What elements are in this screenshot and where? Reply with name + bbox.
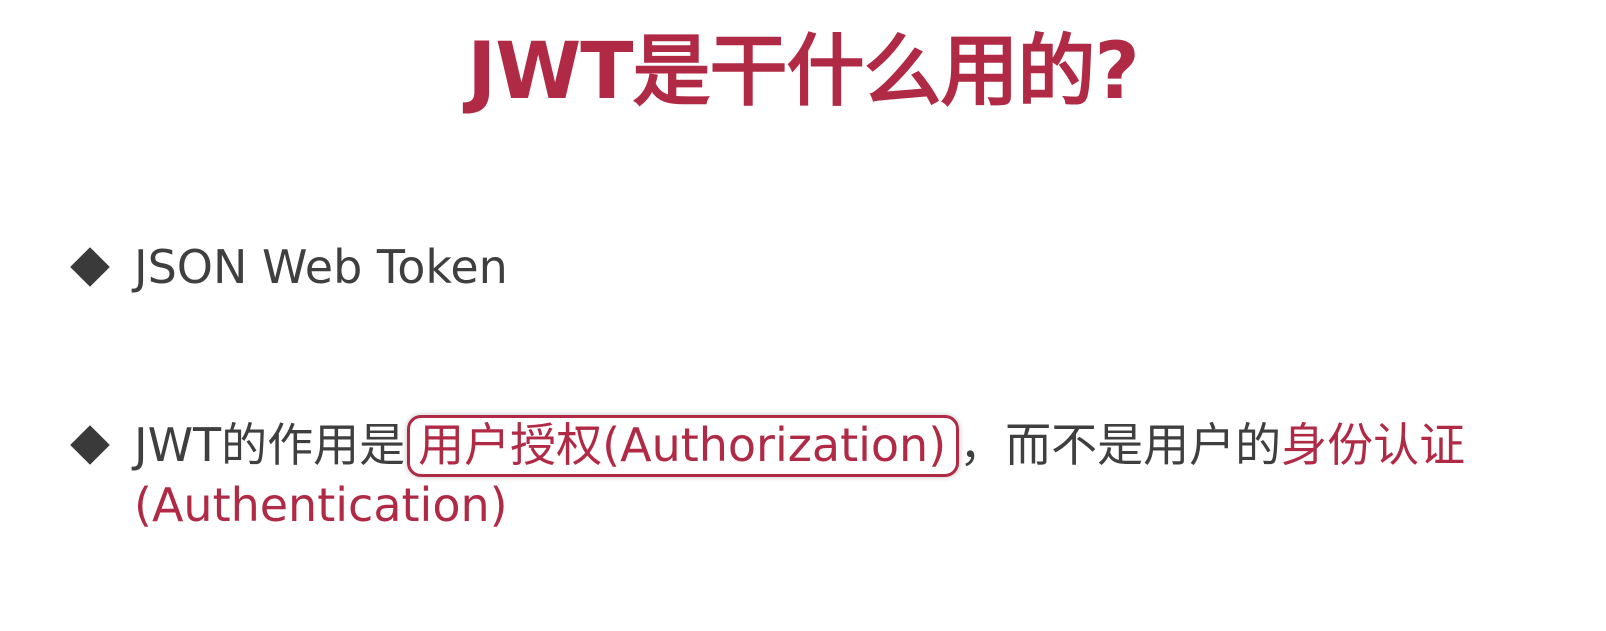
slide-title: JWT是干什么用的? bbox=[467, 27, 1140, 117]
diamond-bullet-icon bbox=[70, 247, 110, 287]
bullet-middle: ，而不是用户的 bbox=[959, 418, 1282, 472]
bullet-prefix: JWT的作用是 bbox=[134, 418, 406, 472]
diamond-bullet-icon bbox=[70, 425, 110, 465]
highlighted-authentication: 身份认证 bbox=[1281, 418, 1466, 472]
bullet-item-jwt-purpose: JWT的作用是 用户授权(Authorization) ，而不是用户的身份认证 (A… bbox=[70, 415, 1570, 534]
highlighted-authorization-box: 用户授权(Authorization) bbox=[407, 415, 960, 477]
bullet-text-line: JWT的作用是 用户授权(Authorization) ，而不是用户的身份认证 bbox=[134, 415, 1570, 477]
bullet-continuation: (Authentication) bbox=[134, 478, 508, 532]
bullet-text: JSON Web Token bbox=[134, 240, 508, 294]
bullet-item-json-web-token: JSON Web Token bbox=[70, 238, 508, 296]
slide: JWT是干什么用的? JSON Web Token JWT的作用是 用户授权(Au… bbox=[0, 0, 1606, 631]
